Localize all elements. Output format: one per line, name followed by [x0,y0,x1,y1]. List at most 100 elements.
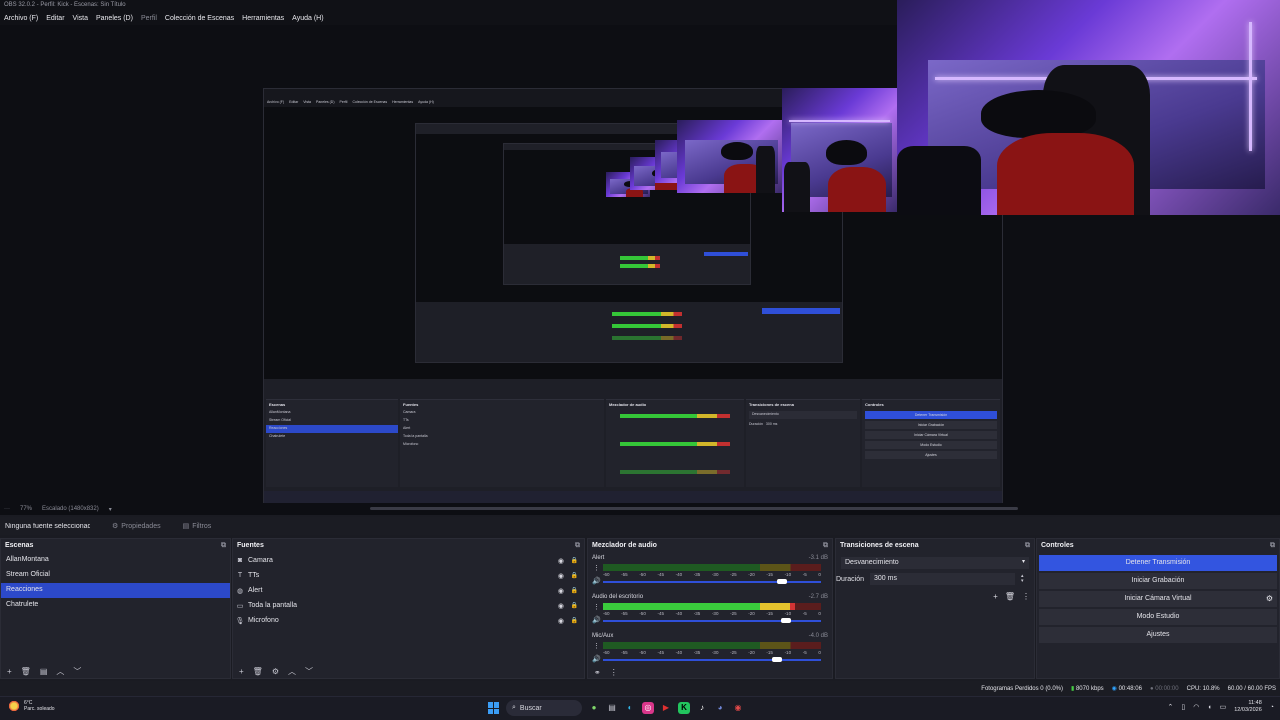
trash-icon[interactable]: 🗑 [253,667,263,676]
trash-icon[interactable]: 🗑 [1005,592,1015,601]
kebab-menu-icon[interactable]: ⋮ [593,642,600,650]
transition-select[interactable]: Desvanecimiento ▾ [841,557,1029,569]
kick-icon[interactable]: K [678,702,690,714]
volume-slider-knob[interactable] [772,657,783,662]
battery-icon[interactable]: ▭ [1220,703,1227,711]
kebab-menu-icon[interactable]: ⋮ [1022,592,1030,601]
source-item[interactable]: 🎙 Microfono ◉ 🔒 [233,613,584,628]
move-down-icon[interactable]: ﹀ [305,666,313,677]
menu-ayuda[interactable]: Ayuda (H) [292,15,323,22]
network-icon[interactable]: ▯ [1181,703,1185,711]
menu-paneles[interactable]: Paneles (D) [96,15,133,22]
taskbar-apps: ⌕ Buscar ● ▤ ◐ ◎ ▶ K ♪ ◕ ◉ [488,700,744,716]
menu-coleccion-escenas[interactable]: Colección de Escenas [165,15,234,22]
youtube-icon[interactable]: ▶ [660,702,672,714]
weather-widget[interactable]: 6°C Parc. soleado [8,700,55,712]
eye-icon[interactable]: ◉ [558,602,564,610]
stop-stream-button[interactable]: Detener Transmisión [1039,555,1277,571]
scale-mode[interactable]: Escalado (1480x832) [42,506,99,512]
taskbar-search[interactable]: ⌕ Buscar [506,700,582,716]
discord-icon[interactable]: ◕ [714,702,726,714]
duration-input[interactable]: 300 ms [870,573,1015,585]
widgets-icon[interactable]: ● [588,702,600,714]
scale-dropdown-icon[interactable]: ▾ [109,506,112,513]
volume-slider[interactable] [603,618,821,623]
lock-icon[interactable]: 🔒 [571,557,578,564]
menu-herramientas[interactable]: Herramientas [242,15,284,22]
zoom-level[interactable]: 77% [20,506,32,512]
notifications-icon[interactable]: ◔ [1270,704,1274,711]
meter-tick-label: -35 [693,650,701,655]
instagram-icon[interactable]: ◎ [642,702,654,714]
speaker-icon[interactable]: 🔊 [592,577,601,585]
eye-icon[interactable]: ◉ [558,557,564,565]
speaker-icon[interactable]: 🔊 [592,616,601,624]
start-recording-button[interactable]: Iniciar Grabación [1039,573,1277,589]
studio-mode-button[interactable]: Modo Estudio [1039,609,1277,625]
eye-icon[interactable]: ◉ [558,587,564,595]
mixer-channel: Mic/Aux -4.0 dB ⋮ -60 -55 -50 -45 -40 -35 -30 -25-… [588,631,832,670]
kebab-menu-icon[interactable]: ⋮ [610,668,618,677]
clock[interactable]: 11:48 12/03/2026 [1234,700,1262,714]
volume-icon[interactable]: ◖ [1207,704,1211,711]
filter-icon[interactable]: ▤ [40,667,48,676]
file-explorer-icon[interactable]: ▤ [606,702,618,714]
lock-icon[interactable]: 🔒 [571,587,578,594]
volume-slider-knob[interactable] [781,618,792,623]
menu-vista[interactable]: Vista [73,15,88,22]
speaker-icon[interactable]: 🔊 [592,655,601,663]
add-icon[interactable]: + [7,667,12,676]
undock-icon[interactable]: ⧉ [1025,542,1030,550]
link-icon[interactable]: ⚭ [594,668,601,677]
windows-start-icon[interactable] [488,702,500,714]
add-icon[interactable]: + [993,592,998,601]
wifi-icon[interactable]: ◠ [1193,703,1199,711]
source-item[interactable]: T TTs ◉ 🔒 [233,568,584,583]
scene-item-selected[interactable]: Reacciones [1,583,230,598]
microphone-icon: 🎙 [235,617,245,625]
controls-header: Controles ⧉ [1041,542,1275,550]
undock-icon[interactable]: ⧉ [575,542,580,550]
move-up-icon[interactable]: ︿ [288,666,296,677]
move-up-icon[interactable]: ︿ [56,666,64,677]
edge-icon[interactable]: ◐ [624,702,636,714]
gear-icon[interactable]: ⚙ [272,667,279,676]
scene-item[interactable]: Chatrulete [1,598,230,613]
meter-tick-label: -30 [711,611,719,616]
volume-slider-knob[interactable] [776,579,787,584]
trash-icon[interactable]: 🗑 [21,667,31,676]
chevron-up-icon[interactable]: ⌃ [1168,703,1174,711]
settings-button[interactable]: Ajustes [1039,627,1277,643]
kebab-menu-icon[interactable]: ⋮ [593,564,600,572]
duration-stepper[interactable]: ▴ ▾ [1021,574,1024,584]
properties-button[interactable]: ⚙ Propiedades [112,522,161,531]
virtual-camera-button[interactable]: Iniciar Cámara Virtual ⚙ [1039,591,1277,607]
obs-icon[interactable]: ◉ [732,702,744,714]
source-item[interactable]: ▭ Toda la pantalla ◉ 🔒 [233,598,584,613]
eye-icon[interactable]: ◉ [558,617,564,625]
eye-icon[interactable]: ◉ [558,572,564,580]
menu-archivo[interactable]: Archivo (F) [4,15,38,22]
add-icon[interactable]: + [239,667,244,676]
filters-button[interactable]: ▤ Filtros [183,522,212,531]
menu-editar[interactable]: Editar [46,15,64,22]
tiktok-icon[interactable]: ♪ [696,702,708,714]
undock-icon[interactable]: ⧉ [221,542,226,550]
undock-icon[interactable]: ⧉ [823,542,828,550]
preview-scrollbar[interactable] [370,507,1018,510]
scene-item[interactable]: Stream Oficial [1,568,230,583]
menu-perfil[interactable]: Perfil [141,15,157,22]
lock-icon[interactable]: 🔒 [571,617,578,624]
source-item[interactable]: ◙ Camara ◉ 🔒 [233,553,584,568]
undock-icon[interactable]: ⧉ [1270,542,1275,550]
volume-slider[interactable] [603,657,821,662]
lock-icon[interactable]: 🔒 [571,602,578,609]
source-item[interactable]: ◍ Alert ◉ 🔒 [233,583,584,598]
lock-icon[interactable]: 🔒 [571,572,578,579]
kebab-menu-icon[interactable]: ⋮ [593,603,600,611]
scene-item[interactable]: AllanMontana [1,553,230,568]
gear-icon[interactable]: ⚙ [1266,591,1273,607]
volume-slider[interactable] [603,579,821,584]
preview-canvas[interactable]: Archivo (F) Editar Vista Paneles (D) Perfil C… [0,0,1280,504]
move-down-icon[interactable]: ﹀ [73,666,81,677]
